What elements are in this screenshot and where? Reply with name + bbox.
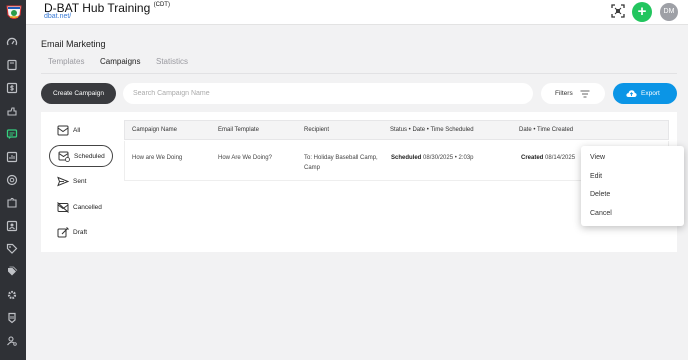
column-header-email-template[interactable]: Email Template bbox=[218, 121, 259, 140]
page-title: Email Marketing bbox=[41, 39, 106, 49]
created-date: 08/14/2025 bbox=[545, 155, 576, 161]
filters-button[interactable]: Filters bbox=[541, 83, 605, 104]
gauge-icon[interactable] bbox=[6, 36, 18, 48]
send-icon bbox=[57, 176, 69, 187]
column-header-campaign-name[interactable]: Campaign Name bbox=[132, 121, 177, 140]
scheduled-date: 08/30/2025 • 2:03p bbox=[423, 155, 474, 161]
sidebar bbox=[0, 0, 26, 360]
status-label: Scheduled bbox=[391, 155, 422, 161]
folder-all[interactable]: All bbox=[49, 120, 113, 142]
chart-icon[interactable] bbox=[6, 151, 18, 163]
export-label: Export bbox=[641, 90, 660, 97]
tabs-divider bbox=[41, 73, 677, 74]
gear-icon[interactable] bbox=[6, 289, 18, 301]
menu-item-view[interactable]: View bbox=[590, 154, 605, 161]
tab-templates[interactable]: Templates bbox=[48, 54, 84, 74]
column-header-recipient[interactable]: Recipient bbox=[304, 121, 329, 140]
folder-sent[interactable]: Sent bbox=[49, 171, 113, 193]
top-bar: D-BAT Hub Training (CDT) dbat.net/ + DM bbox=[26, 0, 688, 25]
created-label: Created bbox=[521, 155, 544, 161]
status-cell: Scheduled 08/30/2025 • 2:03p bbox=[391, 155, 474, 161]
badge-icon[interactable] bbox=[6, 312, 18, 324]
row-action-menu: View Edit Delete Cancel bbox=[581, 146, 684, 226]
dbat-logo[interactable] bbox=[4, 3, 24, 23]
recipient-cell-line1: To: Holiday Baseball Camp, bbox=[304, 155, 378, 161]
app-url-link[interactable]: dbat.net/ bbox=[44, 13, 71, 20]
folder-label: All bbox=[73, 127, 81, 134]
book-icon[interactable] bbox=[6, 59, 18, 71]
puzzle-icon[interactable] bbox=[6, 197, 18, 209]
message-icon[interactable] bbox=[6, 128, 18, 140]
menu-item-delete[interactable]: Delete bbox=[590, 191, 610, 198]
avatar[interactable]: DM bbox=[660, 3, 678, 21]
email-template-cell: How Are We Doing? bbox=[218, 155, 272, 161]
search-input[interactable] bbox=[123, 83, 533, 104]
draft-icon bbox=[57, 227, 69, 238]
scheduled-mail-icon bbox=[58, 151, 70, 162]
target-icon[interactable] bbox=[6, 174, 18, 186]
user-gear-icon[interactable] bbox=[6, 335, 18, 347]
hand-icon[interactable] bbox=[6, 105, 18, 117]
tab-statistics[interactable]: Statistics bbox=[156, 54, 188, 74]
filters-label: Filters bbox=[555, 90, 573, 97]
inbox-icon bbox=[57, 125, 69, 136]
menu-item-edit[interactable]: Edit bbox=[590, 173, 602, 180]
folder-label: Scheduled bbox=[74, 153, 105, 160]
folder-label: Draft bbox=[73, 229, 88, 236]
export-button[interactable]: Export bbox=[613, 83, 677, 104]
timezone-label: (CDT) bbox=[153, 2, 170, 8]
recipient-cell-line2: Camp bbox=[304, 165, 321, 171]
folder-label: Cancelled bbox=[73, 204, 102, 211]
created-cell: Created 08/14/2025 bbox=[521, 155, 575, 161]
campaign-name-cell: How are We Doing bbox=[132, 155, 183, 161]
cancelled-mail-icon bbox=[57, 202, 69, 213]
filter-lines-icon bbox=[580, 90, 590, 98]
folder-draft[interactable]: Draft bbox=[49, 222, 113, 244]
add-button[interactable]: + bbox=[632, 2, 652, 22]
tab-campaigns[interactable]: Campaigns bbox=[95, 54, 146, 74]
person-card-icon[interactable] bbox=[6, 220, 18, 232]
tag-icon[interactable] bbox=[6, 243, 18, 255]
column-header-date-created[interactable]: Date • Time Created bbox=[519, 121, 573, 140]
menu-item-cancel[interactable]: Cancel bbox=[590, 210, 612, 217]
folder-cancelled[interactable]: Cancelled bbox=[49, 197, 113, 219]
folder-scheduled[interactable]: Scheduled bbox=[49, 145, 113, 167]
cloud-upload-icon bbox=[626, 90, 637, 97]
scan-icon[interactable] bbox=[611, 4, 625, 18]
table-header: Campaign Name Email Template Recipient S… bbox=[124, 120, 669, 140]
folder-label: Sent bbox=[73, 178, 87, 185]
tags-icon[interactable] bbox=[6, 266, 18, 278]
create-campaign-button[interactable]: Create Campaign bbox=[41, 83, 116, 104]
column-header-status-scheduled[interactable]: Status • Date • Time Scheduled bbox=[390, 121, 474, 140]
dollar-icon[interactable] bbox=[6, 82, 18, 94]
